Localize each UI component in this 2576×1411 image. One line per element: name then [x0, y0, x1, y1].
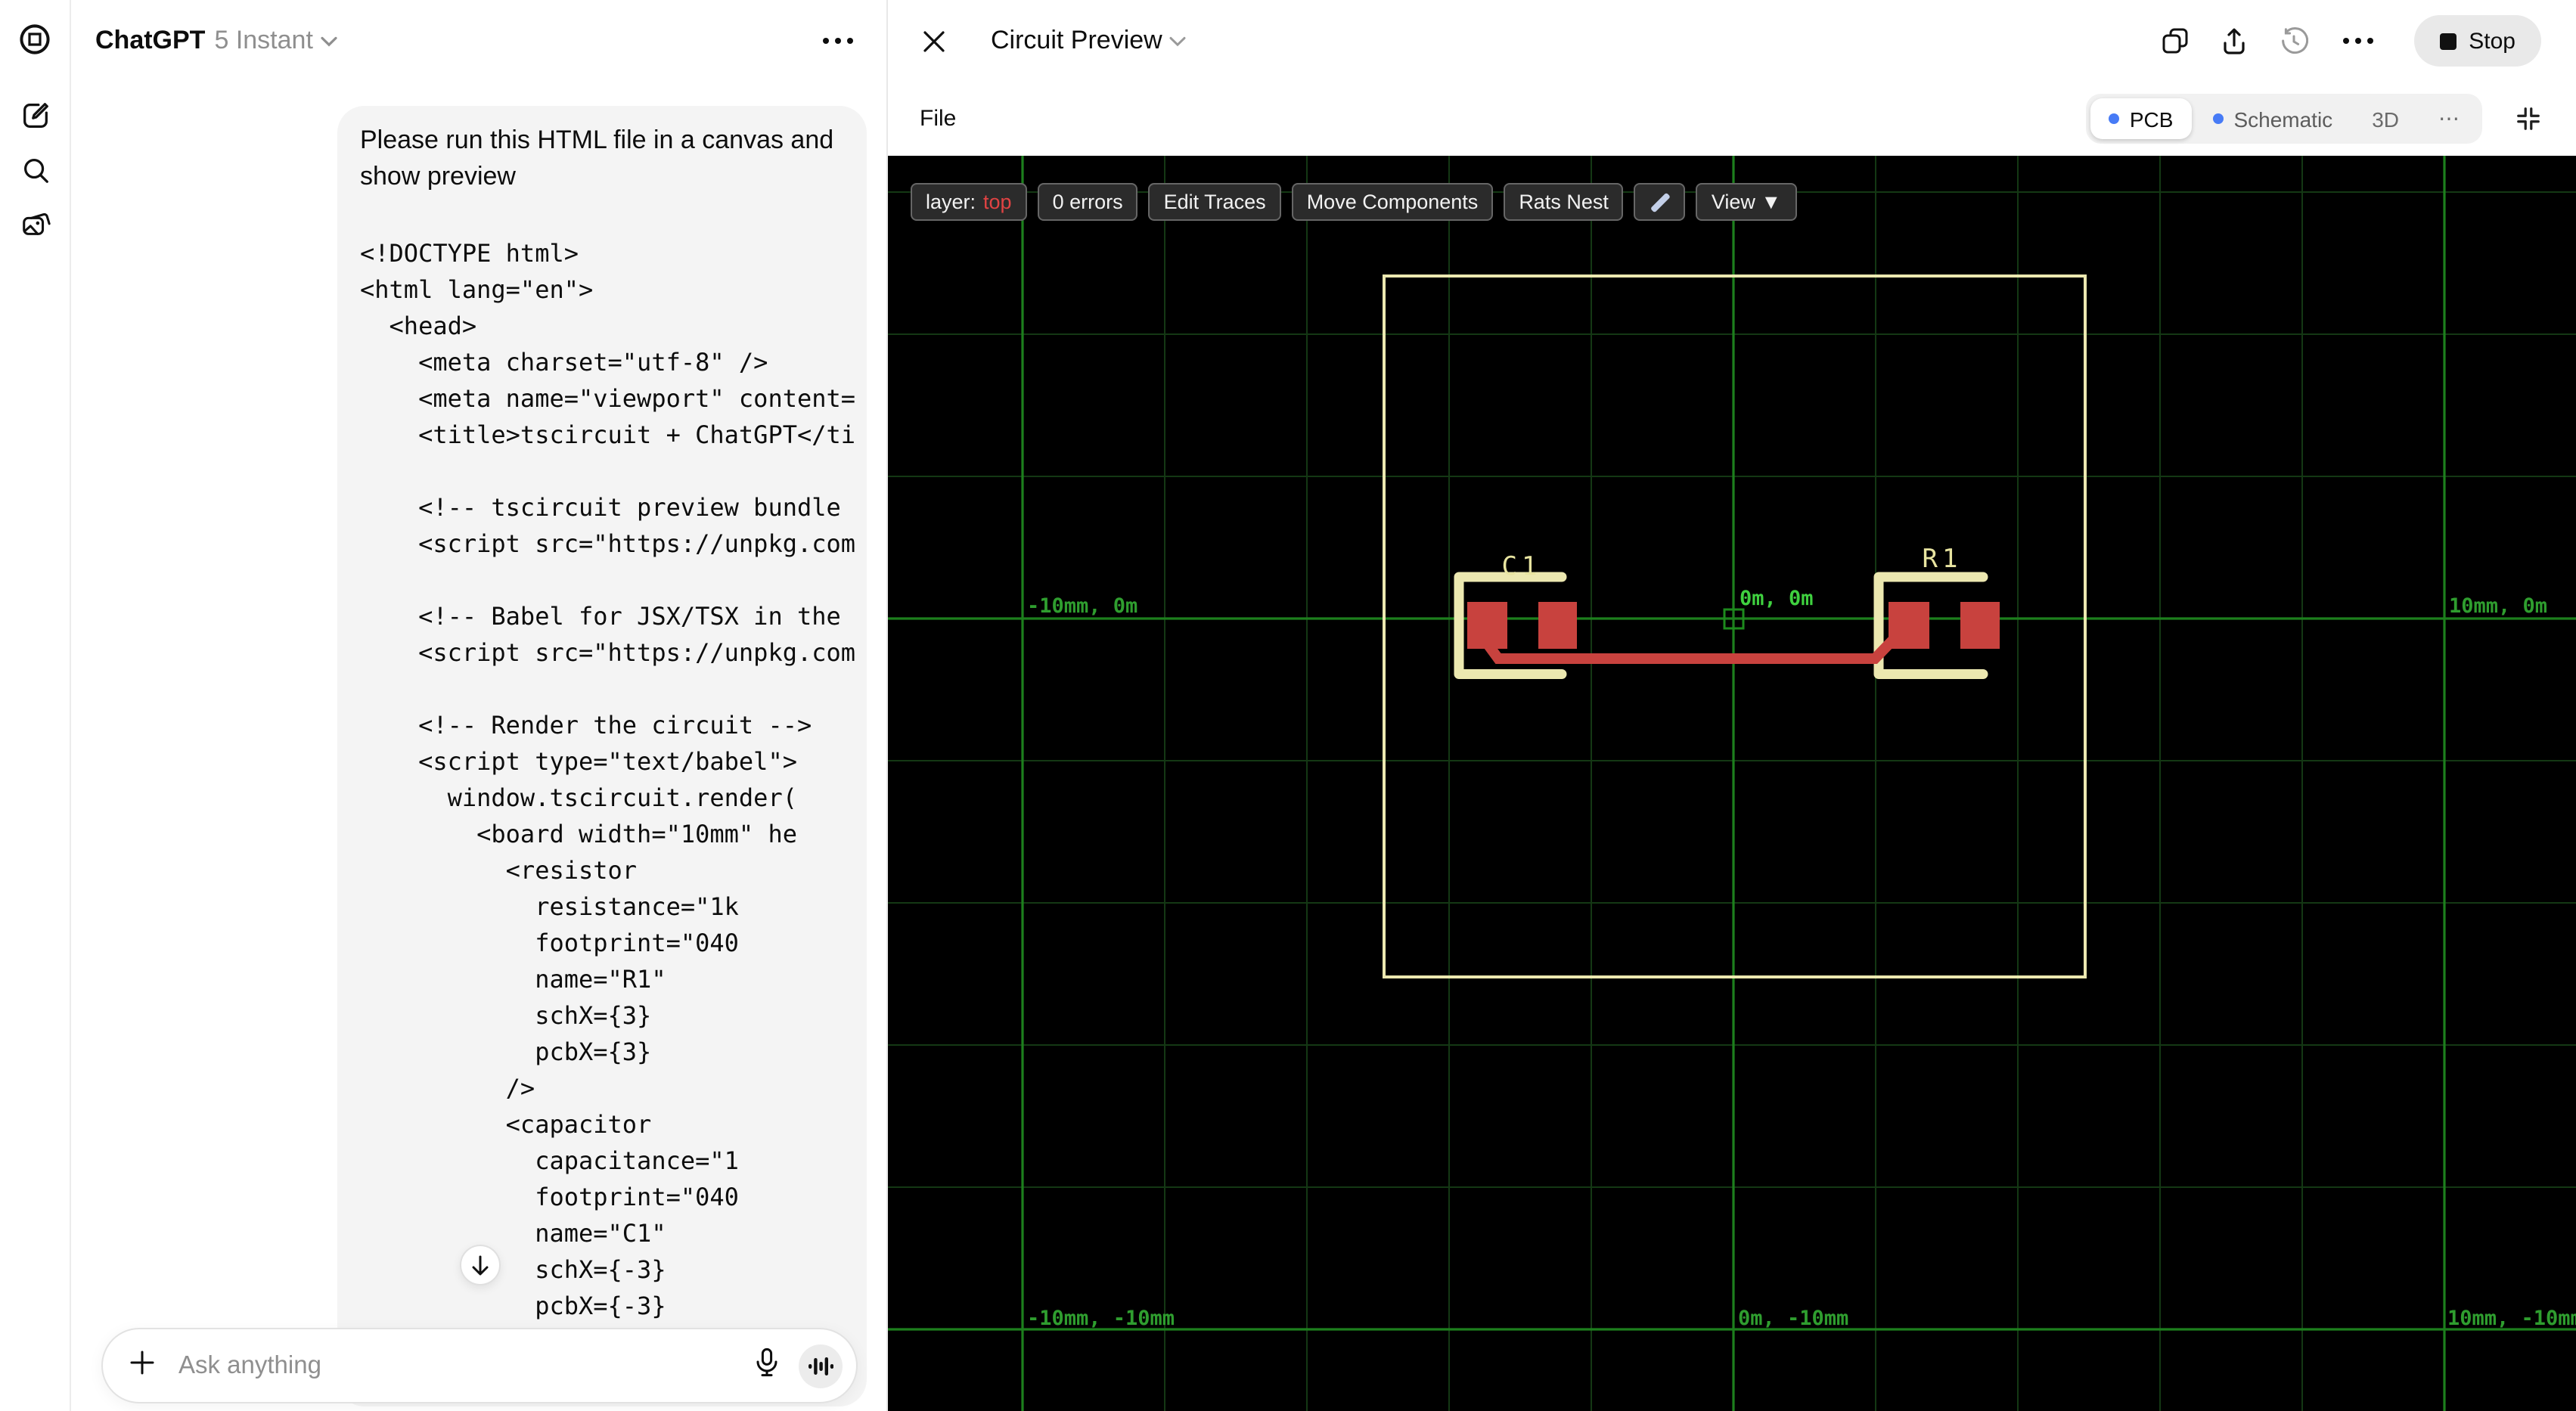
user-message-text: Please run this HTML file in a canvas an…	[360, 126, 834, 191]
openai-logo-icon[interactable]	[17, 21, 53, 57]
r1-pad-2[interactable]	[1960, 602, 2000, 649]
search-icon[interactable]	[18, 153, 51, 186]
history-icon[interactable]	[2278, 26, 2308, 56]
user-message-bubble: Please run this HTML file in a canvas an…	[337, 106, 867, 1406]
pcb-viewport[interactable]: C1 R1 -10mm, 0m 0m, 0m 10mm, 0m -10mm, -…	[888, 156, 2576, 1411]
file-menu[interactable]: File	[920, 106, 956, 132]
scroll-to-bottom-button[interactable]	[460, 1245, 501, 1285]
chat-composer[interactable]: Ask anything	[101, 1328, 858, 1403]
tab-3d[interactable]: 3D	[2354, 98, 2417, 139]
canvas-more-menu-icon[interactable]	[2337, 32, 2379, 50]
canvas-title-chevron-icon[interactable]	[1170, 27, 1187, 54]
tab-schematic[interactable]: Schematic	[2194, 98, 2351, 139]
grid-coordinate-labels: -10mm, 0m 0m, 0m 10mm, 0m -10mm, -10mm 0…	[1027, 587, 2576, 1330]
composer-placeholder[interactable]: Ask anything	[178, 1351, 755, 1380]
stop-square-icon	[2440, 33, 2457, 49]
c1-pad-1[interactable]	[1467, 602, 1507, 649]
view-menu-button[interactable]: View ▼	[1696, 183, 1797, 221]
canvas-menu-row: File PCB Schematic 3D ⋯	[888, 82, 2576, 156]
library-icon[interactable]	[18, 207, 51, 240]
pencil-tool-icon[interactable]	[1634, 183, 1686, 221]
move-components-button[interactable]: Move Components	[1291, 183, 1494, 221]
errors-button[interactable]: 0 errors	[1037, 183, 1138, 221]
chat-header: ChatGPT 5 Instant	[71, 0, 886, 82]
canvas-title[interactable]: Circuit Preview	[991, 26, 1162, 56]
coord-west: -10mm, 0m	[1027, 594, 1137, 618]
layer-select-button[interactable]: layer: top	[911, 183, 1027, 221]
chat-column: ChatGPT 5 Instant Please run this HTML f…	[71, 0, 886, 1411]
c1-label[interactable]: C1	[1502, 551, 1542, 581]
voice-mode-icon[interactable]	[799, 1344, 843, 1388]
rats-nest-button[interactable]: Rats Nest	[1504, 183, 1624, 221]
coord-origin: 0m, 0m	[1740, 587, 1814, 610]
tab-more-menu[interactable]: ⋯	[2420, 98, 2478, 139]
grid-major-lines	[888, 156, 2576, 1411]
canvas-panel: Circuit Preview Stop File PCB Schematic …	[886, 0, 2576, 1411]
r1-pad-1[interactable]	[1889, 602, 1929, 649]
stop-button-label: Stop	[2469, 28, 2515, 54]
app-window: ChatGPT 5 Instant Please run this HTML f…	[0, 0, 2576, 1411]
canvas-panel-header: Circuit Preview Stop	[888, 0, 2576, 82]
coord-southwest: -10mm, -10mm	[1027, 1307, 1175, 1330]
edit-traces-button[interactable]: Edit Traces	[1148, 183, 1281, 221]
share-upload-icon[interactable]	[2219, 26, 2249, 56]
collapse-fullscreen-icon[interactable]	[2512, 104, 2543, 134]
coord-southeast: 10mm, -10mm	[2447, 1307, 2576, 1330]
microphone-icon[interactable]	[755, 1347, 779, 1385]
r1-label[interactable]: R1	[1923, 544, 1963, 574]
chat-app-name[interactable]: ChatGPT	[95, 26, 205, 56]
coord-east: 10mm, 0m	[2449, 594, 2547, 618]
pcb-status-dot	[2108, 113, 2119, 124]
chevron-down-icon[interactable]	[321, 27, 337, 54]
chat-more-menu-icon[interactable]	[817, 32, 859, 50]
layer-value: top	[983, 191, 1012, 213]
pcb-board-svg: C1 R1 -10mm, 0m 0m, 0m 10mm, 0m -10mm, -…	[888, 156, 2576, 1411]
new-chat-icon[interactable]	[18, 98, 51, 132]
sidebar	[0, 0, 71, 1411]
c1-pad-2[interactable]	[1538, 602, 1577, 649]
close-icon[interactable]	[918, 26, 948, 56]
grid-minor-lines	[888, 156, 2576, 1411]
attach-plus-icon[interactable]	[129, 1348, 156, 1383]
tab-pcb[interactable]: PCB	[2090, 98, 2192, 139]
chat-model-name[interactable]: 5 Instant	[214, 26, 312, 56]
user-message-code: <!DOCTYPE html> <html lang="en"> <head> …	[360, 239, 856, 1357]
pcb-toolbar: layer: top 0 errors Edit Traces Move Comp…	[911, 183, 1797, 221]
copy-icon[interactable]	[2160, 26, 2190, 56]
coord-south: 0m, -10mm	[1738, 1307, 1848, 1330]
schematic-status-dot	[2212, 113, 2224, 124]
view-switcher: PCB Schematic 3D ⋯	[2085, 94, 2482, 144]
stop-button[interactable]: Stop	[2414, 15, 2541, 67]
